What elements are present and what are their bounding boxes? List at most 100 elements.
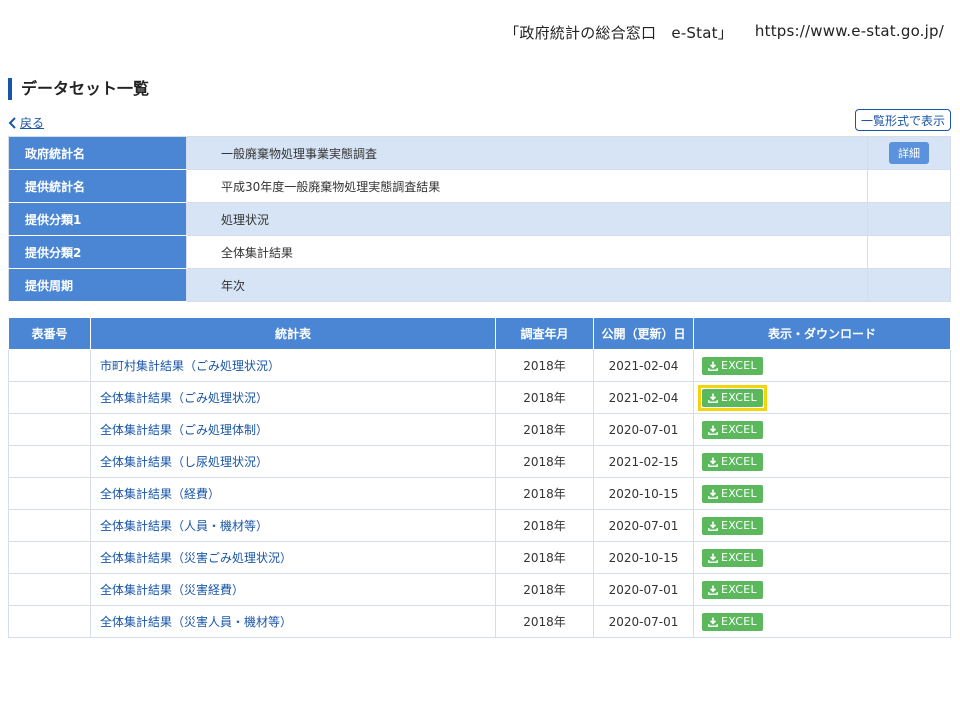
table-name-link[interactable]: 全体集計結果（災害ごみ処理状況）: [100, 551, 292, 565]
excel-download-button[interactable]: EXCEL: [702, 580, 763, 599]
chevron-left-icon: [8, 116, 16, 129]
download-icon: [708, 393, 718, 403]
excel-download-button[interactable]: EXCEL: [702, 548, 763, 567]
excel-label: EXCEL: [721, 614, 757, 628]
info-row-stat-name: 政府統計名 一般廃棄物処理事業実態調査 詳細: [8, 136, 951, 170]
table-number-cell: [8, 445, 91, 478]
excel-label: EXCEL: [721, 358, 757, 372]
info-row-category2: 提供分類2 全体集計結果: [8, 235, 951, 269]
info-row-cycle: 提供周期 年次: [8, 268, 951, 302]
table-row: 市町村集計結果（ごみ処理状況） 2018年 2021-02-04 EXCEL: [8, 349, 951, 382]
published-date-cell: 2020-07-01: [593, 605, 694, 638]
table-name-link[interactable]: 全体集計結果（ごみ処理状況）: [100, 391, 268, 405]
table-name-cell: 全体集計結果（災害経費）: [90, 573, 496, 606]
table-name-link[interactable]: 市町村集計結果（ごみ処理状況）: [100, 359, 280, 373]
download-cell: EXCEL: [693, 605, 951, 638]
table-name-cell: 全体集計結果（ごみ処理状況）: [90, 381, 496, 414]
info-row-category1: 提供分類1 処理状況: [8, 202, 951, 236]
info-label: 政府統計名: [8, 136, 187, 170]
info-table: 政府統計名 一般廃棄物処理事業実態調査 詳細 提供統計名 平成30年度一般廃棄物…: [8, 136, 951, 302]
survey-date-cell: 2018年: [495, 349, 594, 382]
table-row: 全体集計結果（ごみ処理体制） 2018年 2020-07-01 EXCEL: [8, 413, 951, 446]
source-url: https://www.e-stat.go.jp/: [754, 22, 944, 40]
table-number-cell: [8, 381, 91, 414]
table-name-link[interactable]: 全体集計結果（災害人員・機材等）: [100, 615, 292, 629]
table-name-cell: 全体集計結果（経費）: [90, 477, 496, 510]
excel-label: EXCEL: [721, 550, 757, 564]
download-icon: [708, 553, 718, 563]
table-number-cell: [8, 573, 91, 606]
detail-button[interactable]: 詳細: [889, 142, 929, 164]
header-survey-date: 調査年月: [495, 318, 594, 350]
excel-download-button[interactable]: EXCEL: [702, 356, 763, 375]
excel-label: EXCEL: [721, 518, 757, 532]
published-date-cell: 2021-02-04: [593, 381, 694, 414]
excel-download-button[interactable]: EXCEL: [702, 452, 763, 471]
table-number-cell: [8, 541, 91, 574]
download-icon: [708, 425, 718, 435]
published-date-cell: 2020-10-15: [593, 477, 694, 510]
dataset-table: 表番号 統計表 調査年月 公開（更新）日 表示・ダウンロード 市町村集計結果（ご…: [8, 318, 951, 638]
info-action-cell: [867, 169, 951, 203]
table-name-link[interactable]: 全体集計結果（人員・機材等）: [100, 519, 268, 533]
table-name-link[interactable]: 全体集計結果（災害経費）: [100, 583, 244, 597]
download-cell: EXCEL: [693, 413, 951, 446]
download-cell: EXCEL: [693, 541, 951, 574]
table-row: 全体集計結果（人員・機材等） 2018年 2020-07-01 EXCEL: [8, 509, 951, 542]
excel-label: EXCEL: [721, 486, 757, 500]
download-cell: EXCEL: [693, 349, 951, 382]
survey-date-cell: 2018年: [495, 605, 594, 638]
back-link[interactable]: 戻る: [8, 114, 44, 131]
table-name-cell: 全体集計結果（災害ごみ処理状況）: [90, 541, 496, 574]
info-value: 全体集計結果: [186, 235, 868, 269]
excel-download-button[interactable]: EXCEL: [702, 516, 763, 535]
survey-date-cell: 2018年: [495, 445, 594, 478]
published-date-cell: 2020-07-01: [593, 509, 694, 542]
download-icon: [708, 489, 718, 499]
published-date-cell: 2020-10-15: [593, 541, 694, 574]
excel-download-button[interactable]: EXCEL: [702, 612, 763, 631]
survey-date-cell: 2018年: [495, 381, 594, 414]
table-row: 全体集計結果（経費） 2018年 2020-10-15 EXCEL: [8, 477, 951, 510]
published-date-cell: 2020-07-01: [593, 413, 694, 446]
table-name-cell: 全体集計結果（人員・機材等）: [90, 509, 496, 542]
table-name-link[interactable]: 全体集計結果（ごみ処理体制）: [100, 423, 268, 437]
table-name-cell: 全体集計結果（し尿処理状況）: [90, 445, 496, 478]
header-table-name: 統計表: [90, 318, 496, 350]
table-row: 全体集計結果（災害ごみ処理状況） 2018年 2020-10-15 EXCEL: [8, 541, 951, 574]
excel-download-button[interactable]: EXCEL: [702, 484, 763, 503]
info-label: 提供分類1: [8, 202, 187, 236]
table-name-link[interactable]: 全体集計結果（し尿処理状況）: [100, 455, 268, 469]
download-cell: EXCEL: [693, 381, 951, 414]
download-icon: [708, 585, 718, 595]
table-number-cell: [8, 349, 91, 382]
excel-label: EXCEL: [721, 390, 757, 404]
info-value: 年次: [186, 268, 868, 302]
table-name-cell: 市町村集計結果（ごみ処理状況）: [90, 349, 496, 382]
table-number-cell: [8, 509, 91, 542]
header-published-date: 公開（更新）日: [593, 318, 694, 350]
info-value: 平成30年度一般廃棄物処理実態調査結果: [186, 169, 868, 203]
header-table-number: 表番号: [8, 318, 91, 350]
table-number-cell: [8, 605, 91, 638]
highlight-box: EXCEL: [698, 384, 767, 411]
download-cell: EXCEL: [693, 509, 951, 542]
excel-download-button[interactable]: EXCEL: [702, 420, 763, 439]
download-icon: [708, 521, 718, 531]
table-name-cell: 全体集計結果（ごみ処理体制）: [90, 413, 496, 446]
excel-label: EXCEL: [721, 454, 757, 468]
table-name-link[interactable]: 全体集計結果（経費）: [100, 487, 220, 501]
info-value: 処理状況: [186, 202, 868, 236]
table-name-cell: 全体集計結果（災害人員・機材等）: [90, 605, 496, 638]
info-label: 提供統計名: [8, 169, 187, 203]
list-view-button[interactable]: 一覧形式で表示: [854, 109, 951, 131]
download-icon: [708, 617, 718, 627]
source-label: 「政府統計の総合窓口 e-Stat」: [504, 24, 733, 42]
excel-download-button[interactable]: EXCEL: [702, 388, 763, 407]
info-row-provided-name: 提供統計名 平成30年度一般廃棄物処理実態調査結果: [8, 169, 951, 203]
table-row: 全体集計結果（ごみ処理状況） 2018年 2021-02-04 EXCEL: [8, 381, 951, 414]
survey-date-cell: 2018年: [495, 509, 594, 542]
survey-date-cell: 2018年: [495, 541, 594, 574]
info-action-cell: [867, 202, 951, 236]
download-cell: EXCEL: [693, 477, 951, 510]
